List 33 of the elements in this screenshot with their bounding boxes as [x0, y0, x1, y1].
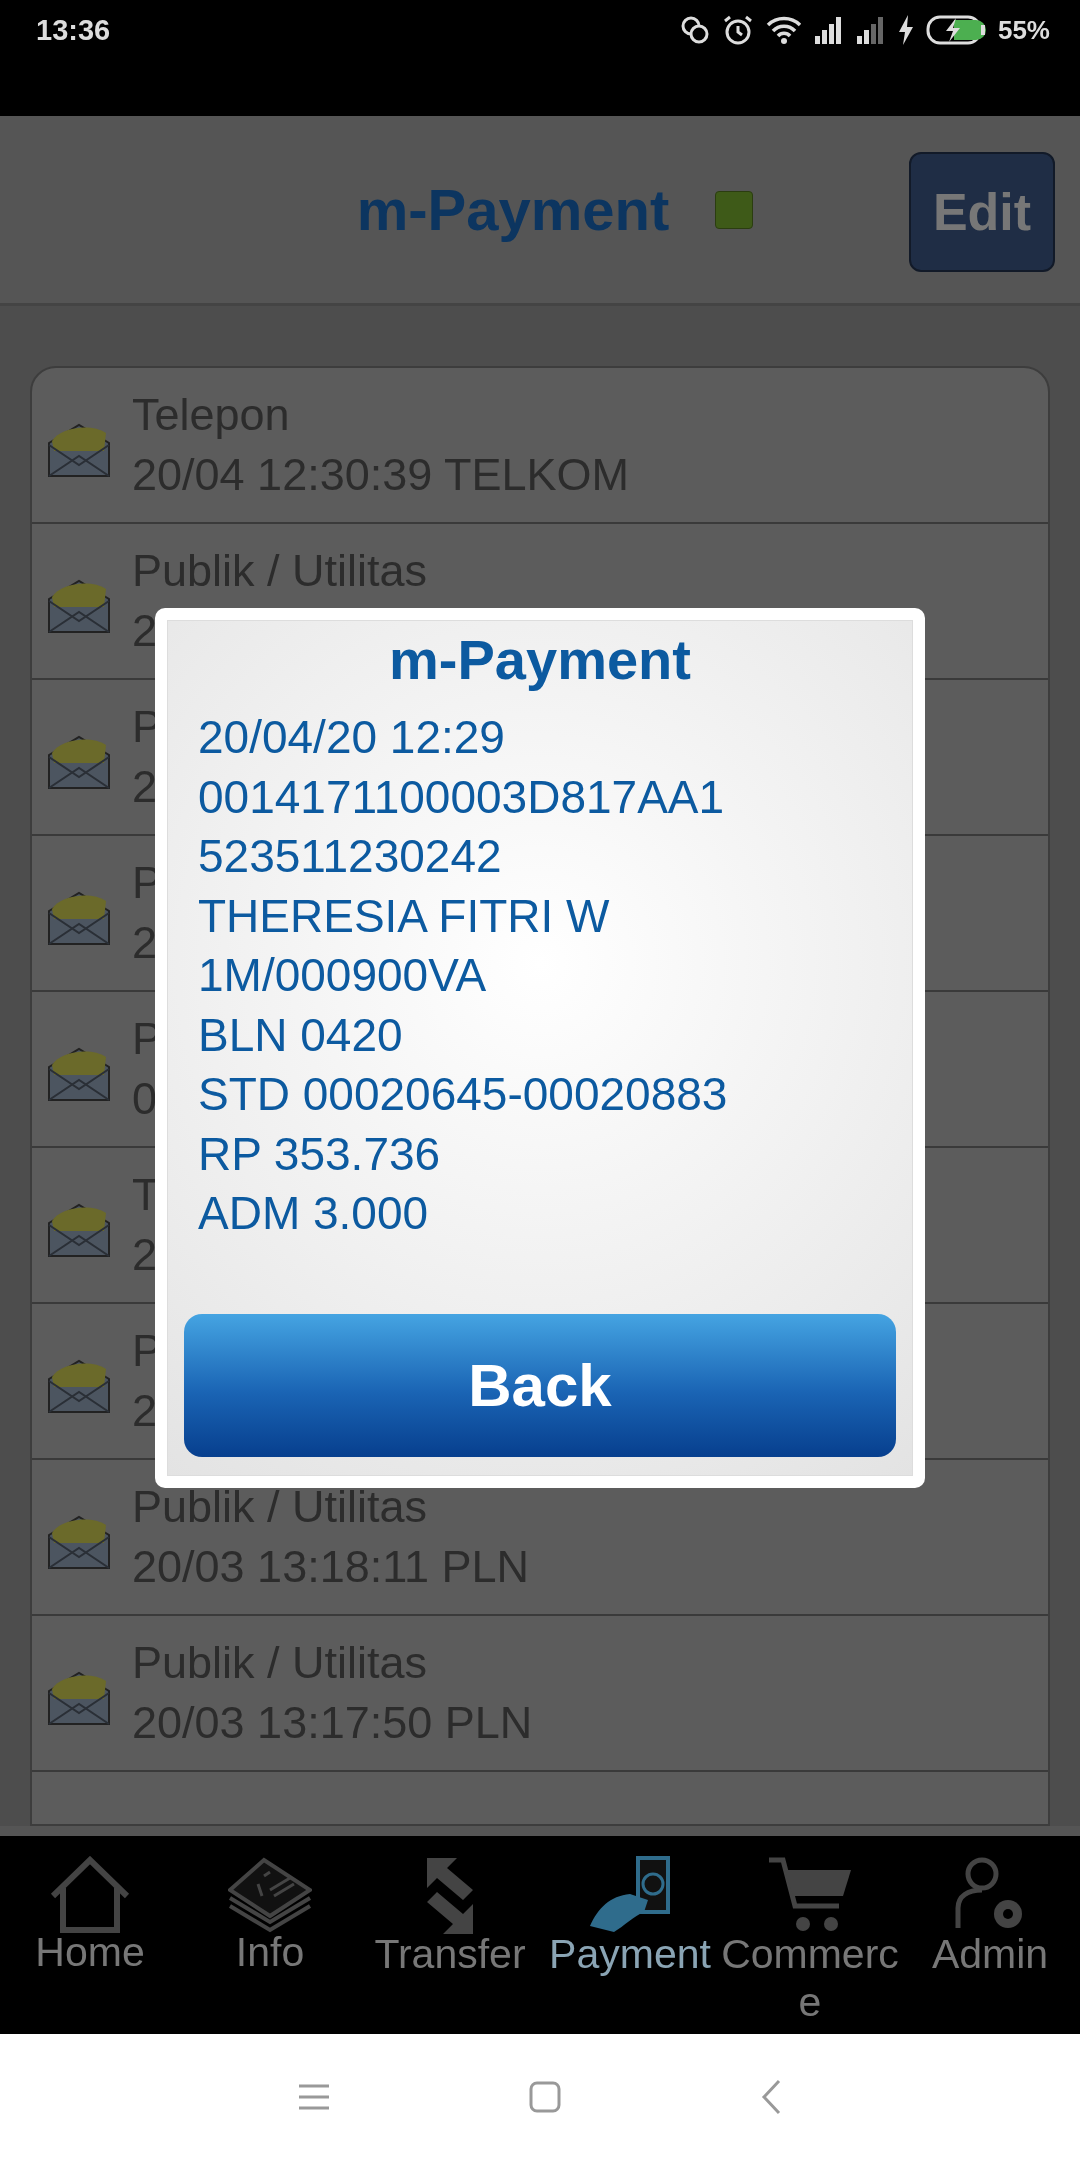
receipt-line: ADM 3.000 [198, 1186, 429, 1241]
alarm-icon [721, 14, 754, 46]
nav-tab[interactable]: Payment [540, 1836, 720, 2034]
app-title: m-Payment [356, 176, 670, 243]
nav-tab[interactable]: Commerce [720, 1836, 900, 2034]
menu-icon[interactable] [299, 2084, 329, 2110]
home-button-icon[interactable] [529, 2081, 561, 2113]
charging-icon [897, 15, 914, 45]
receipt-line: 523511230242 [198, 829, 502, 884]
receipt-line: THERESIA FITRI W [198, 888, 610, 944]
documents-icon [228, 1856, 312, 1934]
nav-tab[interactable]: Home [0, 1836, 180, 2034]
status-indicator [715, 190, 754, 229]
receipt-line: RP 353.736 [198, 1126, 441, 1182]
nav-tab[interactable]: Admin [900, 1836, 1080, 2034]
back-icon[interactable] [761, 2079, 781, 2115]
wifi-icon [765, 16, 802, 44]
receipt-line: 20/04/20 12:29 [198, 710, 505, 765]
receipt-line: BLN 0420 [198, 1007, 403, 1063]
signal-icon [813, 16, 844, 44]
receipt-line: 0014171100003D817AA1 [198, 769, 725, 825]
back-button[interactable]: Back [184, 1314, 896, 1457]
receipt-line: STD 00020645-00020883 [198, 1067, 728, 1122]
battery-icon [925, 15, 986, 45]
signal-icon [855, 16, 886, 44]
receipt-line: 1M/000900VA [198, 948, 487, 1003]
sync-icon [679, 15, 710, 45]
transfer-icon [425, 1856, 475, 1936]
nav-tab[interactable]: Info [180, 1836, 360, 2034]
nav-tab[interactable]: Transfer [360, 1836, 540, 2034]
edit-button[interactable]: Edit [909, 152, 1055, 272]
battery-level: 55% [997, 14, 1050, 46]
clock: 13:36 [36, 14, 111, 47]
